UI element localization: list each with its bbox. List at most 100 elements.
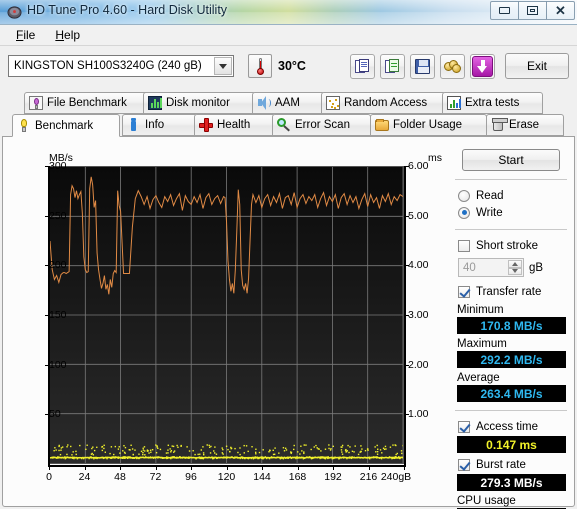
trash-icon bbox=[491, 118, 508, 132]
chart-x-tickmark bbox=[120, 466, 121, 470]
tab-health[interactable]: Health bbox=[194, 114, 276, 136]
average-value-box: 263.4 MB/s bbox=[457, 385, 566, 402]
speaker-icon bbox=[257, 96, 271, 110]
maximum-value: 292.2 MB/s bbox=[480, 352, 543, 367]
divider bbox=[455, 229, 567, 230]
tab-disk-monitor[interactable]: Disk monitor bbox=[143, 92, 256, 114]
burst-rate-checkbox-icon bbox=[458, 458, 470, 471]
chart-x-tick: 168 bbox=[288, 471, 307, 483]
copy-graph-button[interactable] bbox=[380, 54, 405, 79]
chart-y-tickmark bbox=[45, 364, 49, 366]
tab-random-access[interactable]: Random Access bbox=[321, 92, 446, 114]
radio-write[interactable]: Write bbox=[452, 204, 570, 221]
chart-y-tickmark bbox=[45, 414, 49, 416]
minimum-value: 170.8 MB/s bbox=[480, 318, 543, 333]
maximum-label: Maximum bbox=[457, 338, 507, 350]
exit-button[interactable]: Exit bbox=[505, 53, 569, 79]
window-title: HD Tune Pro 4.60 - Hard Disk Utility bbox=[27, 3, 228, 17]
copy-icon bbox=[355, 58, 370, 75]
checkbox-transfer-rate[interactable]: Transfer rate bbox=[452, 283, 570, 300]
tab-error-scan[interactable]: Error Scan bbox=[272, 114, 371, 136]
transfer-rate-checkbox-icon bbox=[458, 285, 470, 298]
checkbox-burst-rate[interactable]: Burst rate bbox=[452, 456, 570, 473]
radio-read[interactable]: Read bbox=[452, 187, 570, 204]
chart-x-tick: 240gB bbox=[380, 471, 412, 483]
tab-erase[interactable]: Erase bbox=[486, 114, 564, 136]
tab-random-access-label: Random Access bbox=[344, 97, 428, 109]
start-button[interactable]: Start bbox=[462, 149, 560, 171]
chart-y2-tick: 3.00 bbox=[408, 309, 429, 321]
close-button[interactable]: ✕ bbox=[546, 1, 575, 20]
access-time-value-box: 0.147 ms bbox=[457, 436, 566, 453]
chart-y2-tickmark bbox=[405, 315, 409, 316]
chart-y2-tickmark bbox=[405, 265, 409, 267]
extra-chart-icon bbox=[447, 96, 461, 110]
settings-button[interactable] bbox=[440, 54, 465, 79]
tab-extra-tests-label: Extra tests bbox=[465, 97, 520, 109]
chart-x-tickmark bbox=[404, 466, 405, 470]
minimize-button[interactable] bbox=[490, 1, 519, 20]
save-button[interactable] bbox=[410, 54, 435, 79]
short-stroke-stepper[interactable]: 40 bbox=[458, 258, 524, 277]
tab-aam-label: AAM bbox=[275, 97, 300, 109]
minimize-icon bbox=[499, 7, 510, 14]
average-value: 263.4 MB/s bbox=[480, 386, 543, 401]
tab-disk-monitor-label: Disk monitor bbox=[166, 97, 230, 109]
download-button[interactable] bbox=[470, 54, 495, 79]
chart-x-tick: 72 bbox=[149, 471, 162, 483]
temperature-value: 30°C bbox=[278, 59, 306, 73]
chevron-down-icon[interactable] bbox=[214, 57, 232, 75]
tab-benchmark[interactable]: Benchmark bbox=[12, 114, 120, 137]
short-stroke-label: Short stroke bbox=[476, 239, 538, 252]
short-stroke-unit: gB bbox=[529, 261, 544, 274]
copy-graph-icon bbox=[385, 58, 400, 75]
minimum-label: Minimum bbox=[457, 304, 504, 316]
chart-x-tick: 120 bbox=[217, 471, 236, 483]
tab-info[interactable]: Info bbox=[122, 114, 198, 136]
toolbar: KINGSTON SH100S3240G (240 gB) 30°C Exit bbox=[0, 46, 577, 90]
checkbox-short-stroke[interactable]: Short stroke bbox=[452, 237, 570, 254]
benchmark-sidebar: Start Read Write Short stroke 40 gB Tran… bbox=[452, 145, 570, 509]
burst-rate-label: Burst rate bbox=[476, 458, 526, 471]
minimum-value-box: 170.8 MB/s bbox=[457, 317, 566, 334]
checkbox-access-time[interactable]: Access time bbox=[452, 418, 570, 435]
chart-x-tick: 192 bbox=[324, 471, 342, 483]
settings-icon bbox=[444, 60, 461, 73]
bulb-icon bbox=[17, 118, 31, 133]
tab-file-benchmark[interactable]: File Benchmark bbox=[24, 92, 151, 114]
benchmark-panel: MB/s ms 50100150200250300 1.002.003.004.… bbox=[2, 136, 575, 509]
short-stroke-value: 40 bbox=[463, 261, 476, 274]
close-icon: ✕ bbox=[555, 3, 566, 18]
short-stroke-row: 40 gB bbox=[452, 258, 570, 277]
tab-info-label: Info bbox=[145, 119, 165, 131]
benchmark-chart: MB/s ms 50100150200250300 1.002.003.004.… bbox=[19, 149, 443, 497]
chart-y2-tick: 4.00 bbox=[408, 259, 429, 272]
tab-folder-usage[interactable]: Folder Usage bbox=[370, 114, 487, 136]
radio-read-label: Read bbox=[476, 189, 504, 202]
divider bbox=[455, 179, 567, 180]
copy-button[interactable] bbox=[350, 54, 375, 79]
radio-write-label: Write bbox=[476, 206, 503, 219]
menu-item-help[interactable]: Help bbox=[45, 26, 90, 44]
stepper-up-icon[interactable] bbox=[508, 260, 522, 268]
thermometer-icon bbox=[256, 57, 264, 75]
scatter-icon bbox=[326, 96, 340, 110]
chart-y2-tick: 1.00 bbox=[408, 408, 429, 421]
chart-y2-tickmark bbox=[405, 364, 409, 366]
maximize-button[interactable] bbox=[518, 1, 547, 20]
tab-extra-tests[interactable]: Extra tests bbox=[442, 92, 543, 114]
stepper-down-icon[interactable] bbox=[508, 267, 522, 275]
tab-aam[interactable]: AAM bbox=[252, 92, 325, 114]
chart-plot-area bbox=[49, 166, 404, 464]
title-bar: HD Tune Pro 4.60 - Hard Disk Utility ✕ bbox=[0, 0, 577, 25]
cpu-usage-label: CPU usage bbox=[457, 495, 516, 507]
menu-item-file[interactable]: FFileile bbox=[6, 26, 45, 44]
radio-write-icon bbox=[458, 206, 470, 219]
short-stroke-checkbox-icon bbox=[458, 239, 470, 252]
red-cross-icon bbox=[199, 118, 213, 132]
drive-select[interactable]: KINGSTON SH100S3240G (240 gB) bbox=[8, 55, 234, 77]
chart-y-tickmark bbox=[45, 265, 49, 267]
chart-x-tickmark bbox=[155, 466, 157, 470]
tab-row-primary: File Benchmark Disk monitor AAM Random A… bbox=[0, 92, 577, 115]
stepper-buttons[interactable] bbox=[508, 260, 522, 275]
